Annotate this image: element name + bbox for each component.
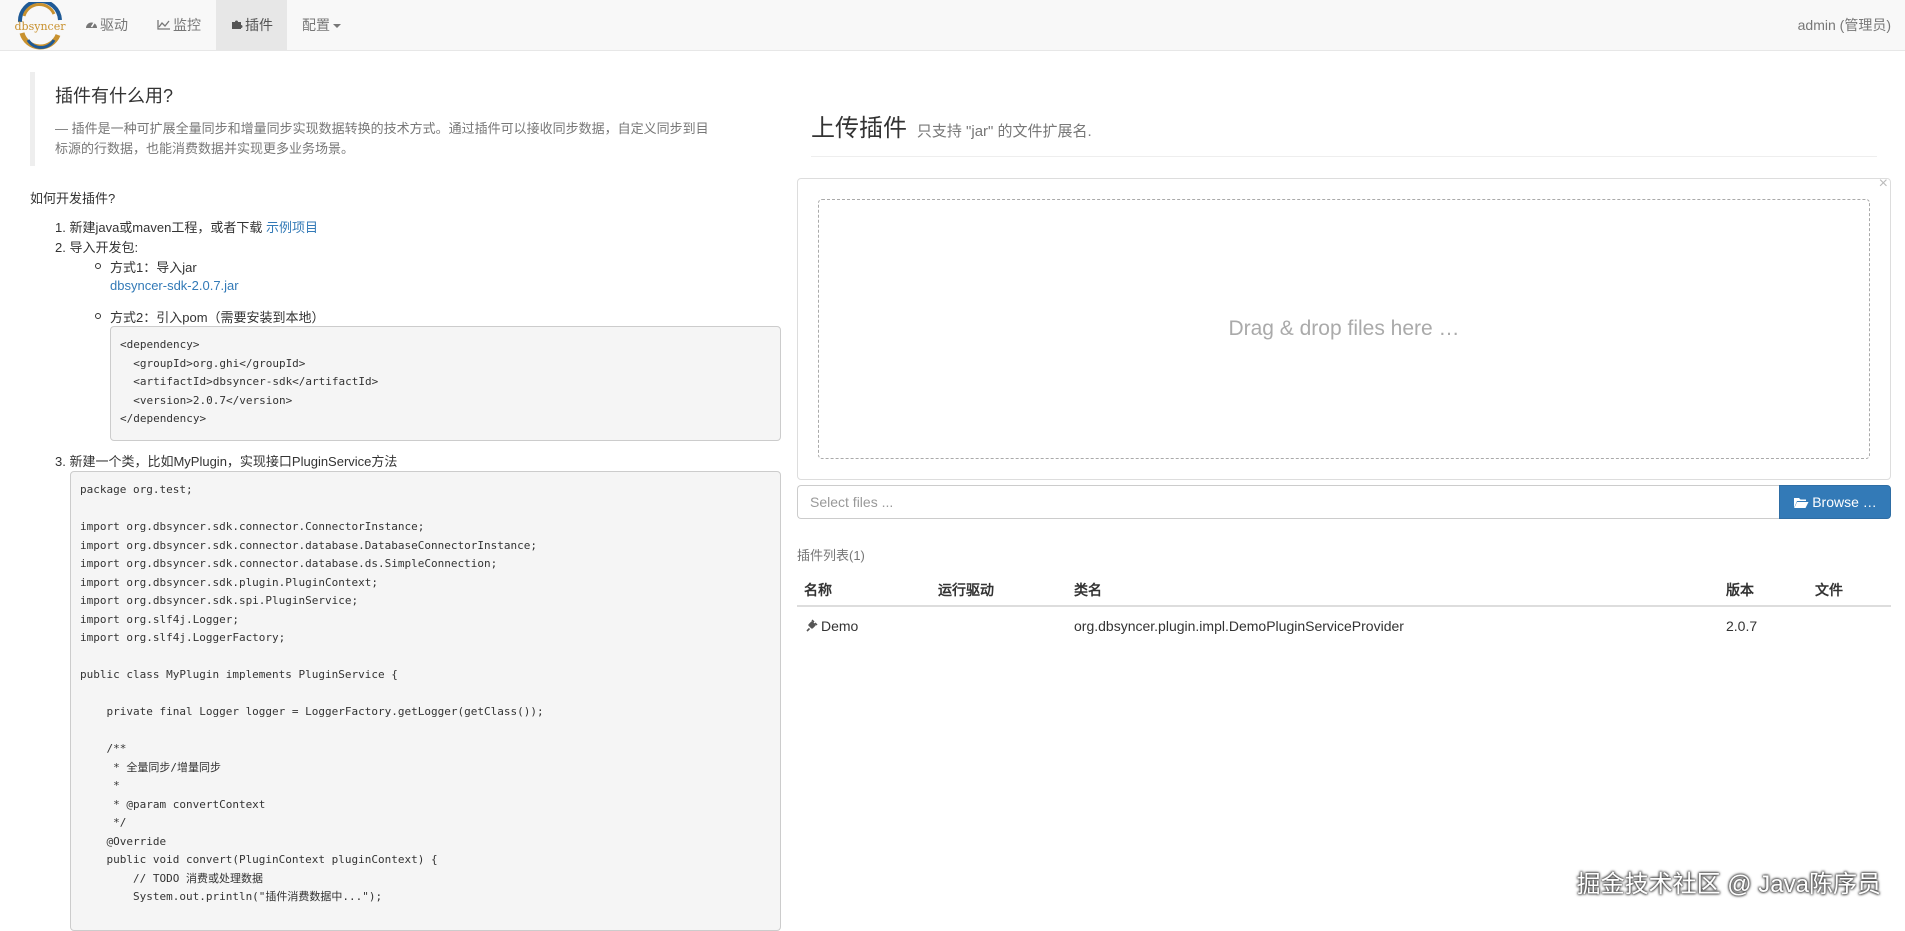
folder-open-icon bbox=[1793, 488, 1809, 520]
nav-item-driver[interactable]: 驱动 bbox=[70, 0, 143, 51]
header-divider bbox=[811, 156, 1877, 157]
puzzle-icon bbox=[231, 1, 243, 52]
browse-label: Browse … bbox=[1812, 494, 1877, 510]
intro-callout: 插件有什么用? — 插件是一种可扩展全量同步和增量同步实现数据转换的技术方式。通… bbox=[30, 72, 770, 166]
sdk-jar-link[interactable]: dbsyncer-sdk-2.0.7.jar bbox=[110, 278, 239, 293]
option-1-label: 方式1：导入jar bbox=[110, 260, 197, 275]
dbsyncer-logo[interactable]: dbsyncer bbox=[14, 2, 66, 50]
nav-item-plugin[interactable]: 插件 bbox=[216, 0, 287, 51]
drop-zone-text: Drag & drop files here … bbox=[1228, 317, 1460, 340]
step-2: 2. 导入开发包: bbox=[55, 240, 139, 255]
upload-title: 上传插件 bbox=[811, 115, 907, 142]
top-navbar: dbsyncer 驱动 监控 插件 配置 admin (管理员) bbox=[0, 0, 1905, 51]
column-header-class: 类名 bbox=[1074, 582, 1102, 598]
option-2-label: 方式2：引入pom（需要安装到本地） bbox=[110, 310, 325, 325]
pom-code-block: <dependency> <groupId>org.ghi</groupId> … bbox=[110, 326, 781, 441]
nav-item-label: 监控 bbox=[173, 17, 201, 33]
step-3: 3. 新建一个类，比如MyPlugin，实现接口PluginService方法 bbox=[55, 454, 398, 469]
browse-button[interactable]: Browse … bbox=[1779, 485, 1891, 519]
table-header-divider bbox=[797, 605, 1891, 607]
upload-subtitle: 只支持 "jar" 的文件扩展名. bbox=[916, 123, 1092, 140]
line-chart-icon bbox=[157, 1, 171, 52]
caret-down-icon bbox=[333, 24, 341, 29]
plugin-list-title: 插件列表(1) bbox=[797, 548, 865, 563]
nav-item-monitor[interactable]: 监控 bbox=[142, 0, 216, 51]
file-select-input[interactable]: Select files ... bbox=[797, 485, 1780, 519]
bullet-icon bbox=[95, 313, 101, 319]
plugin-version-cell: 2.0.7 bbox=[1726, 618, 1758, 634]
column-header-file: 文件 bbox=[1815, 582, 1843, 598]
plugin-class-cell: org.dbsyncer.plugin.impl.DemoPluginServi… bbox=[1074, 618, 1404, 634]
example-project-link[interactable]: 示例项目 bbox=[266, 220, 318, 235]
nav-item-label: 插件 bbox=[245, 17, 273, 33]
nav-item-label: 配置 bbox=[302, 17, 330, 33]
guide-title: 如何开发插件? bbox=[30, 191, 116, 206]
step-1: 1. 新建java或maven工程，或者下载 示例项目 bbox=[55, 217, 318, 236]
step-1-text: 1. 新建java或maven工程，或者下载 bbox=[55, 220, 266, 235]
svg-text:dbsyncer: dbsyncer bbox=[15, 20, 66, 33]
watermark-text: 掘金技术社区 @ Java陈序员 bbox=[1576, 871, 1881, 898]
drop-zone[interactable]: Drag & drop files here … bbox=[818, 199, 1870, 459]
nav-item-config[interactable]: 配置 bbox=[287, 0, 356, 51]
column-header-version: 版本 bbox=[1726, 582, 1754, 598]
plug-icon bbox=[804, 619, 818, 635]
plugin-name-cell: Demo bbox=[804, 618, 858, 635]
nav-item-label: 驱动 bbox=[100, 17, 128, 33]
intro-description-line1: — 插件是一种可扩展全量同步和增量同步实现数据转换的技术方式。通过插件可以接收同… bbox=[55, 121, 709, 136]
user-menu[interactable]: admin (管理员) bbox=[1798, 0, 1891, 51]
plugin-name: Demo bbox=[821, 618, 859, 634]
close-icon[interactable]: × bbox=[1879, 175, 1888, 193]
bullet-icon bbox=[95, 263, 101, 269]
intro-heading: 插件有什么用? bbox=[55, 86, 174, 106]
column-header-driver: 运行驱动 bbox=[938, 582, 994, 598]
column-header-name: 名称 bbox=[804, 582, 832, 598]
java-code-block: package org.test; import org.dbsyncer.sd… bbox=[70, 471, 781, 931]
intro-description-line2: 标源的行数据，也能消费数据并实现更多业务场景。 bbox=[55, 141, 355, 156]
file-drop-panel: × Drag & drop files here … bbox=[797, 175, 1891, 480]
dashboard-icon bbox=[85, 1, 98, 52]
upload-header: 上传插件 只支持 "jar" 的文件扩展名. bbox=[811, 108, 1092, 143]
